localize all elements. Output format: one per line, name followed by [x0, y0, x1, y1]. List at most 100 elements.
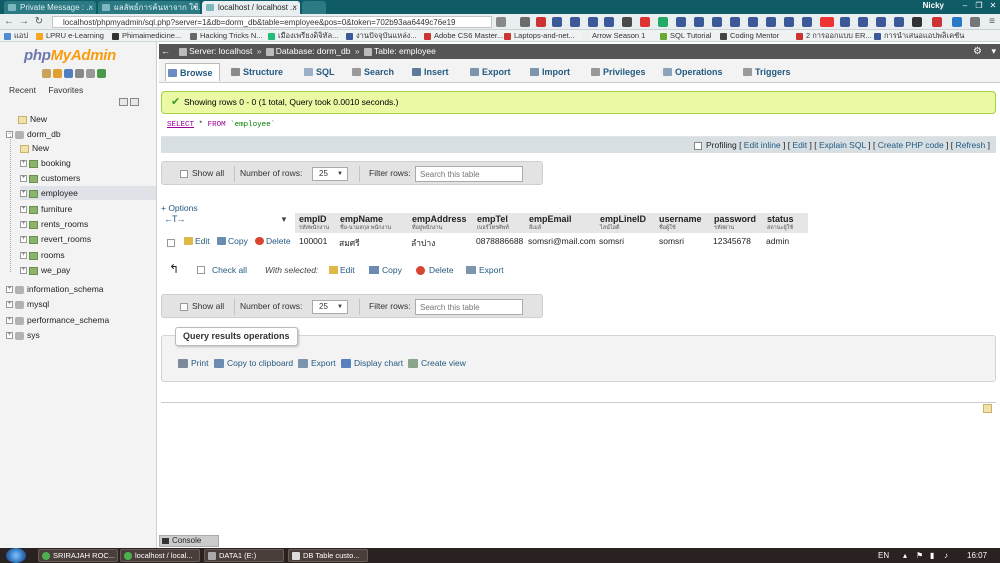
gear-icon[interactable]: ⚙ [973, 46, 982, 57]
tree-db-mysql[interactable]: + mysql [6, 297, 49, 311]
expand-icon[interactable]: + [6, 332, 13, 340]
copy-clipboard-button[interactable]: Copy to clipboard [214, 358, 293, 368]
expand-icon[interactable]: + [6, 301, 13, 309]
row-copy-button[interactable]: Copy [217, 236, 248, 246]
reload-icon[interactable]: ↻ [33, 16, 45, 28]
download-icon[interactable] [952, 17, 962, 27]
bookmark[interactable]: 2 การออกแบบ ER... [796, 31, 872, 41]
bookmark[interactable]: งานปัจจุบันแหล่ง... [346, 31, 417, 41]
extension-icon[interactable] [876, 17, 886, 27]
expand-icon[interactable]: + [20, 252, 27, 260]
logout-icon[interactable] [53, 69, 62, 78]
taskbar-item[interactable]: SRIRAJAH ROC... [38, 549, 118, 562]
cell-empid[interactable]: 100001 [299, 236, 327, 246]
cell-emptel[interactable]: 0878886688 [476, 236, 523, 246]
expand-icon[interactable]: + [6, 317, 13, 325]
tab-privileges[interactable]: Privileges [589, 63, 646, 81]
reload-icon[interactable] [97, 69, 106, 78]
tab-insert[interactable]: Insert [410, 63, 449, 81]
with-selected-edit[interactable]: Edit [329, 265, 355, 275]
create-php-link[interactable]: Create PHP code [878, 140, 944, 150]
column-header-username[interactable]: username ชื่อผู้ใช้ [655, 213, 710, 233]
filter-rows-input[interactable] [415, 299, 523, 315]
back-icon[interactable]: ← [3, 16, 15, 28]
bookmark[interactable]: Adobe CS6 Master... [424, 31, 503, 41]
bookmark[interactable]: เมืองเพรียงดิจิทัล... [268, 31, 338, 41]
tab-search[interactable]: Search [350, 63, 394, 81]
tab-structure[interactable]: Structure [229, 63, 283, 81]
extension-icon[interactable] [622, 17, 632, 27]
column-header-emplineid[interactable]: empLineID ไลน์ไอดี [596, 213, 655, 233]
phpmyadmin-logo[interactable]: phpMyAdmin [24, 47, 116, 64]
rows-select[interactable]: 25 ▼ [312, 300, 348, 314]
browser-tab-active[interactable]: localhost / localhost ... × [202, 1, 300, 14]
column-header-empid[interactable]: empID รหัสพนักงาน [295, 213, 336, 233]
show-all-label[interactable]: Show all [192, 168, 224, 178]
bookmark-apps[interactable]: แอป [4, 31, 28, 41]
tree-new-table[interactable]: New [20, 141, 49, 155]
tab-operations[interactable]: Operations [661, 63, 723, 81]
tree-table-revert_rooms[interactable]: + revert_rooms [20, 232, 91, 246]
tree-table-furniture[interactable]: + furniture [20, 202, 72, 216]
expand-icon[interactable]: + [20, 160, 27, 168]
tree-table-rents_rooms[interactable]: + rents_rooms [20, 217, 88, 231]
settings-icon[interactable] [86, 69, 95, 78]
profile-name[interactable]: Nicky [923, 1, 944, 10]
tab-export[interactable]: Export [468, 63, 511, 81]
extension-icon[interactable] [520, 17, 530, 27]
tree-new-database[interactable]: New [18, 112, 47, 126]
column-header-empemail[interactable]: empEmail อีเมล์ [525, 213, 596, 233]
extension-icon[interactable] [912, 17, 922, 27]
extension-icon[interactable] [676, 17, 686, 27]
column-arrows-icon[interactable]: ←T→ [164, 214, 185, 224]
taskbar-item[interactable]: localhost / local... [120, 549, 200, 562]
bookmark[interactable]: การนำเสนอแอปพลิเคชัน [874, 31, 964, 41]
check-all-checkbox[interactable] [197, 266, 205, 274]
extension-icon[interactable] [570, 17, 580, 27]
cell-status[interactable]: admin [766, 236, 789, 246]
tree-db-dorm_db[interactable]: − dorm_db [6, 127, 61, 141]
expand-icon[interactable]: + [20, 236, 27, 244]
tree-table-customers[interactable]: + customers [20, 171, 80, 185]
column-header-emptel[interactable]: empTel เบอร์โทรศัพท์ [473, 213, 525, 233]
flag-icon[interactable]: ⚑ [916, 550, 923, 561]
export-button[interactable]: Export [298, 358, 336, 368]
browser-tab[interactable]: ผลลัพธ์การค้นหาจาก ใช้... × [98, 1, 200, 14]
address-bar[interactable]: localhost/phpmyadmin/sql.php?server=1&db… [52, 16, 492, 28]
cell-empname[interactable]: สมศรี [339, 236, 360, 250]
show-all-checkbox[interactable] [180, 303, 188, 311]
extension-icon[interactable] [712, 17, 722, 27]
cell-password[interactable]: 12345678 [713, 236, 751, 246]
refresh-link[interactable]: Refresh [956, 140, 986, 150]
show-all-checkbox[interactable] [180, 170, 188, 178]
clock[interactable]: 16:07 [967, 550, 987, 561]
link-icon[interactable] [130, 98, 139, 106]
filter-rows-input[interactable] [415, 166, 523, 182]
minimize-icon[interactable]: – [958, 1, 972, 11]
bookmark[interactable]: Hacking Tricks N... [190, 31, 263, 41]
network-icon[interactable]: ▮ [930, 550, 934, 561]
tree-table-booking[interactable]: + booking [20, 156, 71, 170]
extension-icon[interactable] [694, 17, 704, 27]
home-icon[interactable] [42, 69, 51, 78]
column-header-password[interactable]: password รหัสผ่าน [710, 213, 763, 233]
display-chart-button[interactable]: Display chart [341, 358, 403, 368]
start-button[interactable] [6, 548, 26, 563]
close-window-icon[interactable]: ✕ [986, 1, 1000, 11]
tree-db-sys[interactable]: + sys [6, 328, 40, 342]
tree-table-we_pay[interactable]: + we_pay [20, 263, 70, 277]
explain-sql-link[interactable]: Explain SQL [819, 140, 866, 150]
tree-table-rooms[interactable]: + rooms [20, 248, 65, 262]
extension-icon[interactable] [840, 17, 850, 27]
rows-select[interactable]: 25 ▼ [312, 167, 348, 181]
taskbar-item[interactable]: DB Table custo... [288, 549, 368, 562]
show-all-label[interactable]: Show all [192, 301, 224, 311]
browser-tab[interactable]: Private Message : ... × [4, 1, 96, 14]
check-all-label[interactable]: Check all [212, 265, 247, 275]
expand-icon[interactable]: + [6, 286, 13, 294]
edit-link[interactable]: Edit [792, 140, 807, 150]
sort-arrow-icon[interactable]: ▼ [280, 215, 288, 224]
expand-icon[interactable]: + [20, 221, 27, 229]
column-header-empaddress[interactable]: empAddress ที่อยู่พนักงาน [408, 213, 473, 233]
profiling-checkbox[interactable] [693, 141, 702, 150]
